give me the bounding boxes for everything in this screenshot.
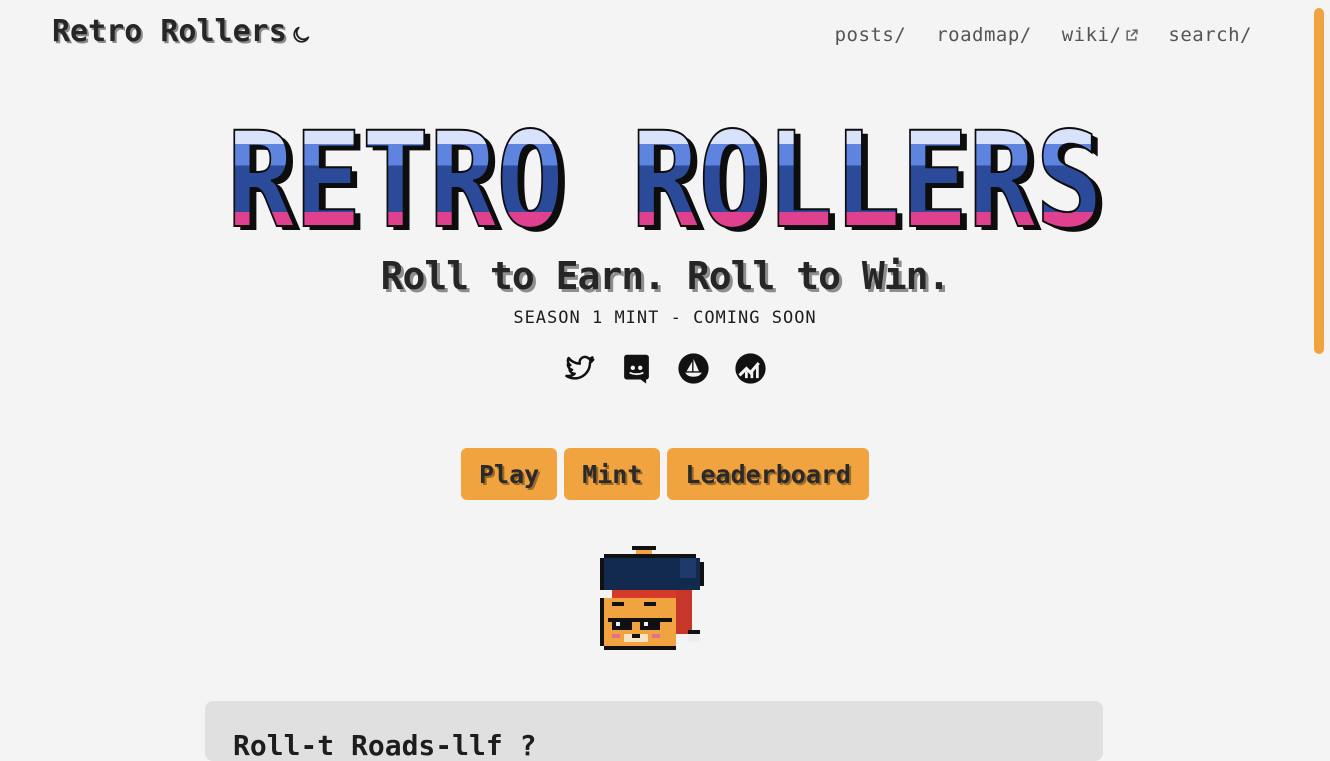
site-header: Retro Rollers posts/ roadmap/ wiki/ sear… — [0, 0, 1330, 72]
mint-button[interactable]: Mint — [564, 448, 661, 500]
wordmark-text: RETRO ROLLERS — [227, 112, 1103, 238]
content-card: Roll-t Roads-llf ? — [205, 701, 1103, 761]
hero-subtitle: SEASON 1 MINT - COMING SOON — [513, 308, 817, 328]
nav-posts[interactable]: posts/ — [835, 24, 907, 46]
dextools-icon[interactable] — [734, 352, 767, 385]
nav-roadmap-label: roadmap/ — [936, 24, 1032, 46]
nav-posts-label: posts/ — [834, 24, 907, 46]
external-link-icon — [1126, 28, 1139, 41]
twitter-icon[interactable] — [563, 352, 596, 385]
social-links — [0, 352, 1330, 385]
play-button[interactable]: Play — [460, 448, 558, 500]
nav-wiki-label: wiki/ — [1061, 24, 1122, 46]
brand-title[interactable]: Retro Rollers — [52, 14, 287, 49]
nav-search-label: search/ — [1168, 24, 1252, 46]
page-scrollbar[interactable] — [1314, 8, 1324, 354]
nav-roadmap[interactable]: roadmap/ — [936, 24, 1032, 46]
discord-icon[interactable] — [620, 352, 653, 385]
mascot-avatar — [600, 546, 704, 650]
leaderboard-button[interactable]: Leaderboard — [667, 448, 869, 500]
nav-wiki[interactable]: wiki/ — [1062, 24, 1139, 46]
moon-icon[interactable] — [290, 24, 312, 46]
retro-rollers-wordmark: RETRO ROLLERSRETRO ROLLERS — [226, 112, 1108, 238]
hero-tagline: Roll to Earn. Roll to Win. — [380, 254, 951, 298]
card-title: Roll-t Roads-llf ? — [233, 729, 537, 761]
main-nav: posts/ roadmap/ wiki/ search/ — [835, 24, 1252, 46]
opensea-icon[interactable] — [677, 352, 710, 385]
nav-search[interactable]: search/ — [1168, 24, 1252, 46]
hero-logo-art: RETRO ROLLERS RETRO ROLLERS — [0, 112, 1330, 238]
action-buttons: Play Mint Leaderboard — [0, 448, 1330, 500]
